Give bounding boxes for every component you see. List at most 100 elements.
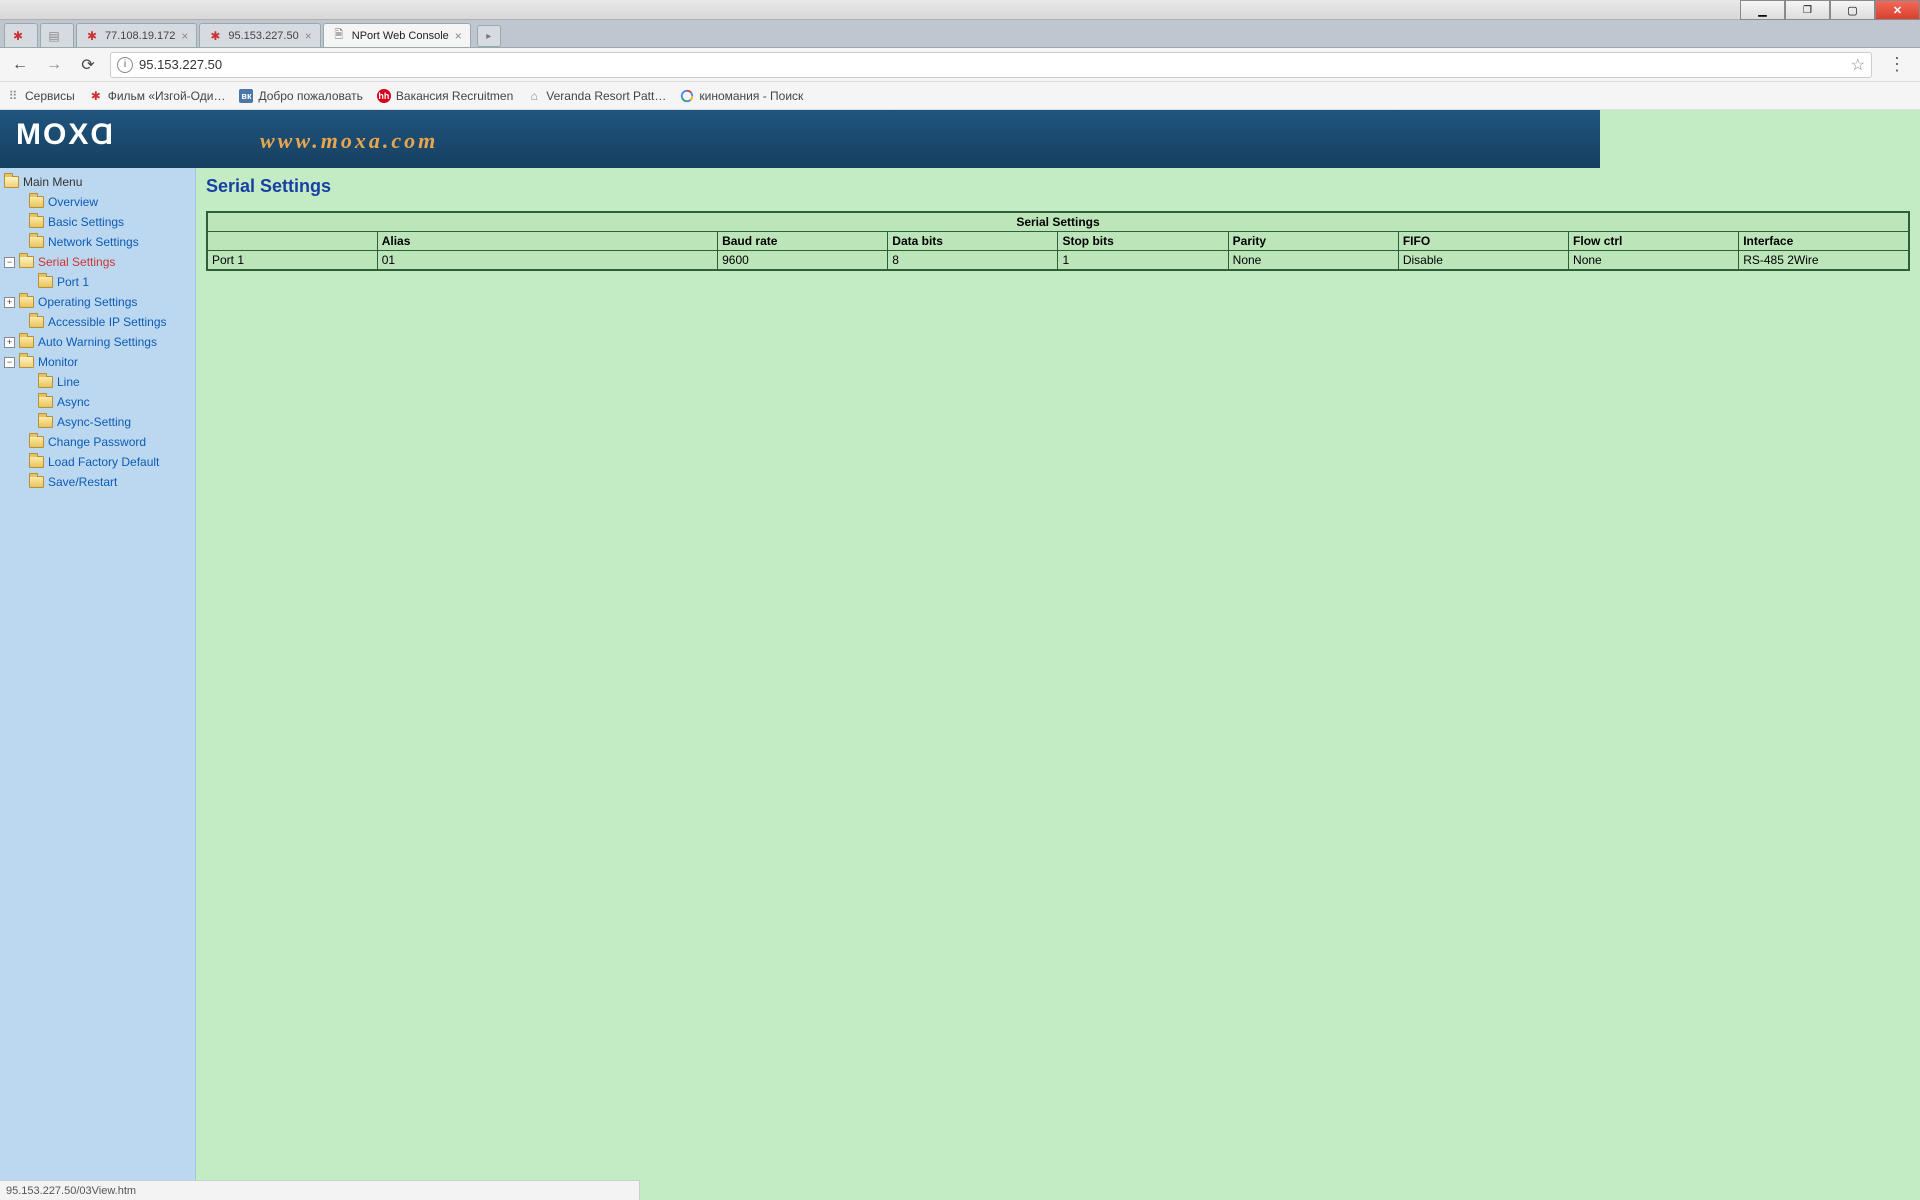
tree-label: Accessible IP Settings	[48, 315, 167, 329]
tree-label: Auto Warning Settings	[38, 335, 157, 349]
sidebar-item-async[interactable]: Async	[2, 392, 193, 412]
address-bar[interactable]: i 95.153.227.50 ☆	[110, 52, 1872, 78]
folder-icon	[4, 176, 19, 188]
tab-title: 95.153.227.50	[228, 30, 298, 42]
tree-spacer	[14, 197, 25, 208]
browser-menu-button[interactable]: ⋮	[1882, 54, 1912, 75]
window-controls	[1740, 0, 1920, 19]
browser-tab[interactable]: 95.153.227.50 ×	[199, 23, 320, 47]
table-header: FIFO	[1398, 232, 1568, 251]
tree-spacer	[14, 477, 25, 488]
browser-tab[interactable]	[40, 23, 74, 47]
tree-label: Network Settings	[48, 235, 139, 249]
url-text: 95.153.227.50	[139, 57, 1845, 72]
bookmark-item[interactable]: Veranda Resort Patt…	[527, 89, 666, 103]
table-header	[207, 232, 377, 251]
sidebar-item-serial-settings[interactable]: − Serial Settings	[2, 252, 193, 272]
tree-spacer	[14, 437, 25, 448]
sidebar-item-line[interactable]: Line	[2, 372, 193, 392]
table-header: Alias	[377, 232, 717, 251]
table-cell-alias: 01	[377, 251, 717, 271]
sidebar-item-operating-settings[interactable]: + Operating Settings	[2, 292, 193, 312]
browser-tabs: 77.108.19.172 × 95.153.227.50 × NPort We…	[0, 20, 1920, 48]
tree-root[interactable]: Main Menu	[2, 172, 193, 192]
browser-tab[interactable]: 77.108.19.172 ×	[76, 23, 197, 47]
site-info-icon[interactable]: i	[117, 57, 133, 73]
bookmark-label: Сервисы	[25, 89, 75, 103]
sidebar-item-monitor[interactable]: − Monitor	[2, 352, 193, 372]
browser-tab[interactable]	[4, 23, 38, 47]
window-minimize-button[interactable]	[1740, 0, 1785, 20]
favicon-icon	[332, 29, 346, 43]
sidebar-item-port-1[interactable]: Port 1	[2, 272, 193, 292]
window-maximize-button[interactable]	[1830, 0, 1875, 20]
favicon-icon	[208, 29, 222, 43]
tree-spacer	[14, 457, 25, 468]
bookmark-favicon-icon	[527, 89, 541, 103]
tab-close-icon[interactable]: ×	[305, 29, 312, 43]
tree-label: Basic Settings	[48, 215, 124, 229]
table-header: Flow ctrl	[1569, 232, 1739, 251]
sidebar-item-basic-settings[interactable]: Basic Settings	[2, 212, 193, 232]
tree-label: Monitor	[38, 355, 78, 369]
table-cell-parity: None	[1228, 251, 1398, 271]
tab-title: NPort Web Console	[352, 30, 449, 42]
tree-label: Async-Setting	[57, 415, 131, 429]
back-button[interactable]: ←	[8, 53, 32, 77]
bookmark-item[interactable]: Сервисы	[6, 89, 75, 103]
forward-button[interactable]: →	[42, 53, 66, 77]
tree-expand-icon[interactable]: +	[4, 297, 15, 308]
bookmark-favicon-icon: вк	[239, 89, 253, 103]
sidebar-item-network-settings[interactable]: Network Settings	[2, 232, 193, 252]
tab-close-icon[interactable]: ×	[181, 29, 188, 43]
brand-logo: MOXⱭ	[16, 118, 115, 152]
folder-icon	[29, 476, 44, 488]
table-cell-stopbits: 1	[1058, 251, 1228, 271]
sidebar-item-change-password[interactable]: Change Password	[2, 432, 193, 452]
tree-collapse-icon[interactable]: −	[4, 357, 15, 368]
sidebar-item-async-setting[interactable]: Async-Setting	[2, 412, 193, 432]
new-tab-button[interactable]	[477, 25, 501, 47]
bookmark-item[interactable]: вк Добро пожаловать	[239, 89, 362, 103]
bookmark-star-icon[interactable]: ☆	[1851, 55, 1865, 75]
browser-tab-active[interactable]: NPort Web Console ×	[323, 23, 471, 47]
folder-icon	[29, 456, 44, 468]
folder-icon	[19, 296, 34, 308]
main-content: Serial Settings Serial Settings Alias Ba…	[196, 168, 1920, 1200]
tree-label: Load Factory Default	[48, 455, 159, 469]
sidebar-item-save-restart[interactable]: Save/Restart	[2, 472, 193, 492]
apps-icon	[6, 89, 20, 103]
table-header: Stop bits	[1058, 232, 1228, 251]
folder-icon	[38, 376, 53, 388]
table-cell-fifo: Disable	[1398, 251, 1568, 271]
bookmark-favicon-icon: hh	[377, 89, 391, 103]
folder-icon	[29, 216, 44, 228]
bookmark-label: Veranda Resort Patt…	[546, 89, 666, 103]
bookmark-favicon-icon	[680, 89, 694, 103]
folder-icon	[38, 396, 53, 408]
bookmark-label: Вакансия Recruitmen	[396, 89, 513, 103]
brand-url: www.moxa.com	[260, 128, 438, 154]
bookmark-item[interactable]: Фильм «Изгой-Оди…	[89, 89, 226, 103]
table-cell-databits: 8	[888, 251, 1058, 271]
bookmark-item[interactable]: hh Вакансия Recruitmen	[377, 89, 513, 103]
sidebar-item-accessible-ip[interactable]: Accessible IP Settings	[2, 312, 193, 332]
bookmarks-bar: Сервисы Фильм «Изгой-Оди… вк Добро пожало…	[0, 82, 1920, 110]
window-close-button[interactable]	[1875, 0, 1920, 20]
tab-close-icon[interactable]: ×	[455, 29, 462, 43]
page-title: Serial Settings	[206, 176, 1910, 197]
window-restore-button[interactable]	[1785, 0, 1830, 20]
sidebar-item-overview[interactable]: Overview	[2, 192, 193, 212]
bookmark-item[interactable]: киномания - Поиск	[680, 89, 803, 103]
sidebar-item-auto-warning[interactable]: + Auto Warning Settings	[2, 332, 193, 352]
folder-icon	[29, 316, 44, 328]
sidebar-item-load-factory-default[interactable]: Load Factory Default	[2, 452, 193, 472]
bookmark-label: Добро пожаловать	[258, 89, 362, 103]
tree-expand-icon[interactable]: +	[4, 337, 15, 348]
reload-button[interactable]: ⟳	[76, 53, 100, 77]
table-row[interactable]: Port 1 01 9600 8 1 None Disable None RS-…	[207, 251, 1909, 271]
folder-icon	[29, 196, 44, 208]
tree-collapse-icon[interactable]: −	[4, 257, 15, 268]
bookmark-label: киномания - Поиск	[699, 89, 803, 103]
tree-label: Serial Settings	[38, 255, 115, 269]
